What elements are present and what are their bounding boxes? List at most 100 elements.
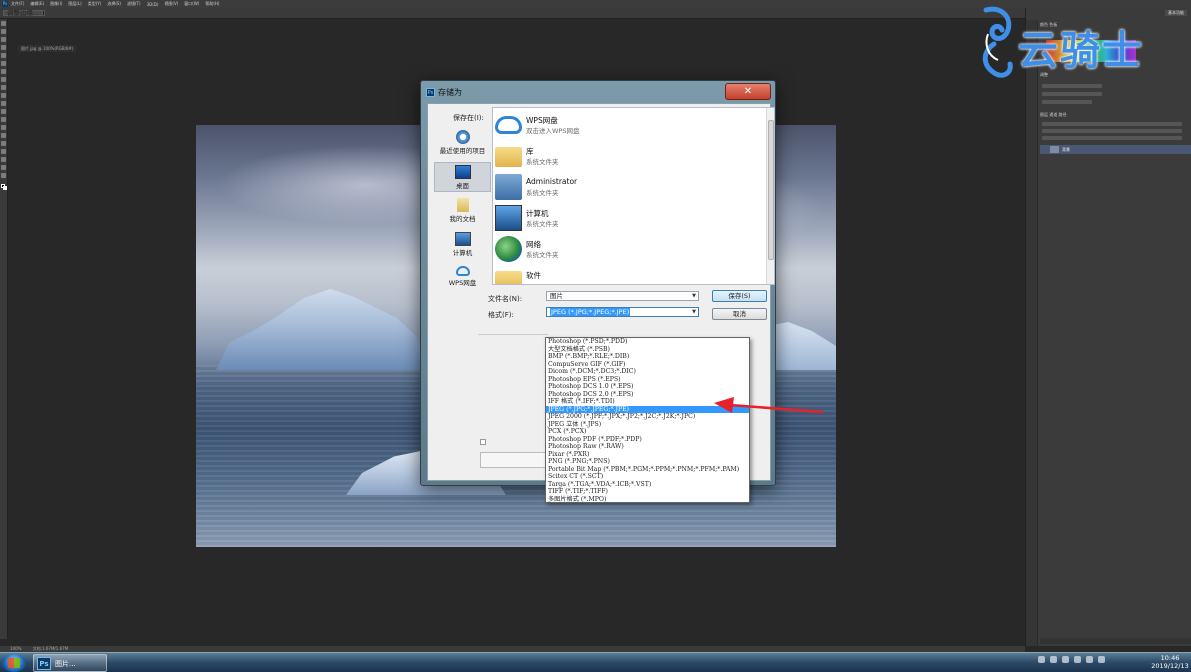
place-label: 最近使用的项目	[439, 147, 486, 155]
lasso-tool-icon[interactable]	[1, 37, 6, 42]
help-icon[interactable]	[1050, 656, 1057, 663]
menu-layer[interactable]: 图层(L)	[68, 1, 81, 7]
background-color-swatch[interactable]	[3, 186, 7, 190]
format-option[interactable]: Photoshop (*.PSD;*.PDD)	[546, 338, 749, 346]
format-option[interactable]: Photoshop Raw (*.RAW)	[546, 443, 749, 451]
place-documents[interactable]: 我的文档	[434, 196, 491, 226]
tray-clock[interactable]: 10:46 2019/12/13	[1150, 654, 1190, 670]
blend-mode-row[interactable]	[1042, 129, 1182, 133]
menu-view[interactable]: 视图(V)	[164, 1, 178, 7]
format-option[interactable]: PCX (*.PCX)	[546, 428, 749, 436]
volume-icon[interactable]	[1098, 656, 1105, 663]
flag-icon[interactable]	[1086, 656, 1093, 663]
layer-filter-row[interactable]	[1042, 122, 1182, 126]
layer-row-background[interactable]: 背景	[1040, 145, 1191, 154]
format-select[interactable]: JPEG (*.JPG;*.JPEG;*.JPE) ▼	[546, 307, 699, 317]
system-tray	[1038, 656, 1110, 663]
network-icon	[495, 236, 522, 262]
adjustment-icons-row[interactable]	[1042, 100, 1092, 104]
gradient-tool-icon[interactable]	[1, 109, 6, 114]
start-button[interactable]	[2, 654, 26, 672]
tools-panel	[0, 19, 8, 639]
document-tab[interactable]: 图片.jpg @ 100%(RGB/8#)	[18, 45, 77, 52]
ps-app-icon: Ps	[426, 88, 435, 97]
type-tool-icon[interactable]	[1, 141, 6, 146]
language-icon[interactable]	[1038, 656, 1045, 663]
zoom-tool-icon[interactable]	[1, 173, 6, 178]
list-item[interactable]: 网络 系统文件夹	[493, 234, 763, 264]
scrollbar-thumb[interactable]	[768, 120, 774, 260]
menu-window[interactable]: 窗口(W)	[184, 1, 199, 7]
taskbar-photoshop-button[interactable]: Ps 图片...	[33, 654, 107, 672]
layers-panel-tabs[interactable]: 图层 通道 路径	[1040, 112, 1067, 118]
menu-file[interactable]: 文件(F)	[11, 1, 24, 7]
menu-type[interactable]: 类型(Y)	[88, 1, 102, 7]
layers-panel-footer[interactable]	[1040, 638, 1191, 644]
dodge-tool-icon[interactable]	[1, 125, 6, 130]
eraser-tool-icon[interactable]	[1, 101, 6, 106]
filename-field[interactable]: 图片 ▼	[546, 291, 699, 301]
menu-image[interactable]: 图像(I)	[50, 1, 62, 7]
menu-edit[interactable]: 编辑(E)	[30, 1, 44, 7]
format-option[interactable]: Photoshop PDF (*.PDF;*.PDP)	[546, 436, 749, 444]
place-label: 桌面	[456, 182, 469, 190]
format-option[interactable]: Targa (*.TGA;*.VDA;*.ICB;*.VST)	[546, 481, 749, 489]
place-computer[interactable]: 计算机	[434, 230, 491, 260]
stamp-tool-icon[interactable]	[1, 85, 6, 90]
menu-3d[interactable]: 3D(D)	[147, 2, 159, 7]
quick-select-tool-icon[interactable]	[1, 45, 6, 50]
checkbox[interactable]	[480, 439, 486, 445]
list-item[interactable]: 计算机 系统文件夹	[493, 203, 763, 233]
format-option[interactable]: BMP (*.BMP;*.RLE;*.DIB)	[546, 353, 749, 361]
menu-filter[interactable]: 滤镜(T)	[127, 1, 141, 7]
format-option[interactable]: Photoshop DCS 1.0 (*.EPS)	[546, 383, 749, 391]
place-desktop[interactable]: 桌面	[434, 162, 491, 192]
format-option[interactable]: Portable Bit Map (*.PBM;*.PGM;*.PPM;*.PN…	[546, 466, 749, 474]
cancel-button[interactable]: 取消	[712, 308, 767, 320]
hand-tool-icon[interactable]	[1, 165, 6, 170]
filename-label: 文件名(N):	[488, 295, 523, 303]
format-option[interactable]: Photoshop EPS (*.EPS)	[546, 376, 749, 384]
list-item[interactable]: WPS网盘 双击进入WPS网盘	[493, 110, 763, 140]
pen-tool-icon[interactable]	[1, 133, 6, 138]
save-button[interactable]: 保存(S)	[712, 290, 767, 302]
format-option[interactable]: JPEG 立体 (*.JPS)	[546, 421, 749, 429]
file-desc: 双击进入WPS网盘	[526, 127, 580, 135]
format-option[interactable]: Dicom (*.DCM;*.DC3;*.DIC)	[546, 368, 749, 376]
format-option[interactable]: 大型文档格式 (*.PSB)	[546, 346, 749, 354]
refine-edge-button[interactable]: 调整边缘...	[3, 10, 44, 16]
crop-tool-icon[interactable]	[1, 53, 6, 58]
zoom-level[interactable]: 100%	[10, 646, 21, 651]
eyedropper-tool-icon[interactable]	[1, 61, 6, 66]
path-select-tool-icon[interactable]	[1, 149, 6, 154]
format-option[interactable]: CompuServe GIF (*.GIF)	[546, 361, 749, 369]
list-item[interactable]: 库 系统文件夹	[493, 141, 763, 171]
place-wps-cloud[interactable]: WPS网盘	[434, 264, 491, 294]
dialog-titlebar[interactable]: Ps 存储为 ✕	[421, 81, 775, 103]
list-item[interactable]: 软件	[493, 265, 763, 284]
wechat-icon[interactable]	[1062, 656, 1069, 663]
blur-tool-icon[interactable]	[1, 117, 6, 122]
menu-select[interactable]: 选择(S)	[107, 1, 121, 7]
format-option[interactable]: PNG (*.PNG;*.PNS)	[546, 458, 749, 466]
move-tool-icon[interactable]	[1, 21, 6, 26]
place-recent[interactable]: 最近使用的项目	[434, 128, 491, 158]
format-option[interactable]: Pixar (*.PXR)	[546, 451, 749, 459]
red-arrow-annotation	[714, 397, 824, 414]
file-list-scrollbar[interactable]	[766, 108, 774, 284]
list-item[interactable]: Administrator 系统文件夹	[493, 172, 763, 202]
network-icon[interactable]	[1074, 656, 1081, 663]
history-brush-icon[interactable]	[1, 93, 6, 98]
adjustment-icons-row[interactable]	[1042, 92, 1102, 96]
format-option[interactable]: Scitex CT (*.SCT)	[546, 473, 749, 481]
marquee-tool-icon[interactable]	[1, 29, 6, 34]
format-option[interactable]: TIFF (*.TIF;*.TIFF)	[546, 488, 749, 496]
brush-tool-icon[interactable]	[1, 77, 6, 82]
close-button[interactable]: ✕	[725, 83, 771, 100]
lock-row[interactable]	[1042, 136, 1182, 140]
shape-tool-icon[interactable]	[1, 157, 6, 162]
healing-tool-icon[interactable]	[1, 69, 6, 74]
format-option[interactable]: 多图片格式 (*.MPO)	[546, 496, 749, 503]
adjustment-icons-row[interactable]	[1042, 84, 1102, 88]
menu-help[interactable]: 帮助(H)	[205, 1, 219, 7]
